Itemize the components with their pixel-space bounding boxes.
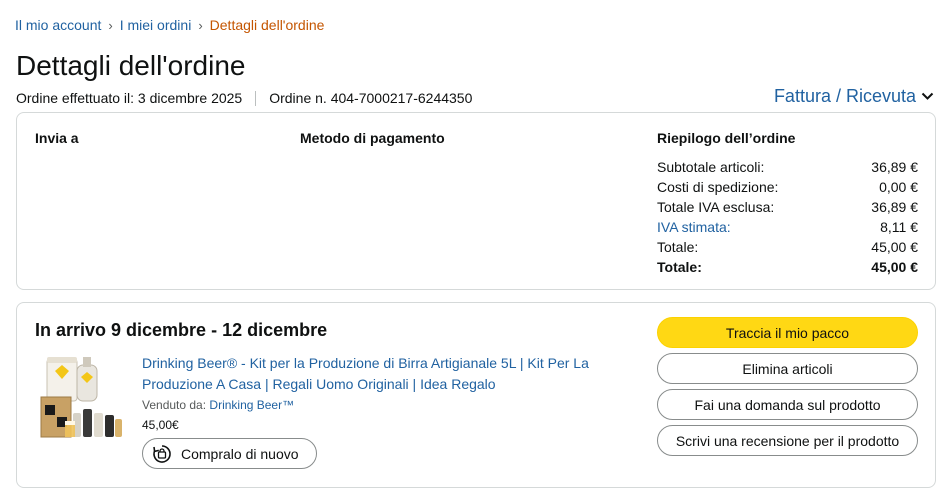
invoice-link-label: Fattura / Ricevuta: [773, 86, 916, 106]
summary-value: 0,00 €: [879, 179, 918, 195]
breadcrumb-current: Dettagli dell'ordine: [209, 17, 325, 33]
seller-info: Venduto da: Drinking Beer™: [142, 398, 294, 412]
summary-value: 8,11 €: [880, 219, 918, 235]
ask-product-question-button[interactable]: Fai una domanda sul prodotto: [657, 389, 918, 420]
summary-label: Totale:: [657, 259, 702, 275]
summary-value: 36,89 €: [871, 199, 918, 215]
seller-link[interactable]: Drinking Beer™: [209, 398, 294, 412]
summary-label: Costi di spedizione:: [657, 179, 779, 195]
summary-row-shipping: Costi di spedizione: 0,00 €: [657, 177, 918, 197]
buy-again-button[interactable]: Compralo di nuovo: [142, 438, 317, 469]
meta-divider: [255, 90, 257, 106]
summary-value: 45,00 €: [871, 239, 918, 255]
page-title: Dettagli dell'ordine: [16, 50, 246, 81]
summary-value: 45,00 €: [871, 259, 918, 275]
buy-again-label: Compralo di nuovo: [181, 445, 299, 462]
chevron-down-icon: [921, 92, 934, 100]
summary-label: Subtotale articoli:: [657, 159, 765, 175]
order-number: Ordine n. 404-7000217-6244350: [269, 90, 473, 106]
invoice-dropdown[interactable]: Fattura / Ricevuta: [774, 86, 934, 107]
estimated-vat-link[interactable]: IVA stimata:: [657, 217, 731, 237]
order-details-card: Invia a Metodo di pagamento Riepilogo de…: [16, 112, 936, 290]
payment-method-heading: Metodo di pagamento: [300, 130, 445, 146]
shipment-card: In arrivo 9 dicembre - 12 dicembre Drink…: [16, 302, 936, 488]
summary-value: 36,89 €: [871, 159, 918, 175]
summary-row-total: Totale: 45,00 €: [657, 237, 918, 257]
breadcrumb-my-orders[interactable]: I miei ordini: [120, 17, 192, 33]
track-package-button[interactable]: Traccia il mio pacco: [657, 317, 918, 348]
product-title-link[interactable]: Drinking Beer® - Kit per la Produzione d…: [142, 353, 612, 395]
summary-row-estimated-vat: IVA stimata: 8,11 €: [657, 217, 918, 237]
seller-label: Venduto da:: [142, 398, 207, 412]
summary-label: Totale:: [657, 239, 699, 255]
product-price: 45,00€: [142, 418, 179, 432]
order-summary-heading: Riepilogo dell’ordine: [657, 130, 796, 146]
order-meta: Ordine effettuato il: 3 dicembre 2025 Or…: [16, 90, 472, 106]
buy-again-icon: [151, 443, 173, 465]
breadcrumb: Il mio account › I miei ordini › Dettagl…: [15, 17, 324, 33]
breadcrumb-separator: ›: [108, 17, 113, 33]
order-summary: Subtotale articoli: 36,89 € Costi di spe…: [657, 157, 918, 277]
breadcrumb-my-account[interactable]: Il mio account: [15, 17, 101, 33]
summary-row-grand-total: Totale: 45,00 €: [657, 257, 918, 277]
product-image[interactable]: [37, 353, 125, 443]
ship-to-heading: Invia a: [35, 130, 79, 146]
summary-row-subtotal: Subtotale articoli: 36,89 €: [657, 157, 918, 177]
order-date: Ordine effettuato il: 3 dicembre 2025: [16, 90, 243, 106]
delivery-status: In arrivo 9 dicembre - 12 dicembre: [35, 320, 328, 340]
breadcrumb-separator: ›: [198, 17, 203, 33]
write-review-button[interactable]: Scrivi una recensione per il prodotto: [657, 425, 918, 456]
summary-row-total-excl-vat: Totale IVA esclusa: 36,89 €: [657, 197, 918, 217]
remove-items-button[interactable]: Elimina articoli: [657, 353, 918, 384]
summary-label: Totale IVA esclusa:: [657, 199, 775, 215]
